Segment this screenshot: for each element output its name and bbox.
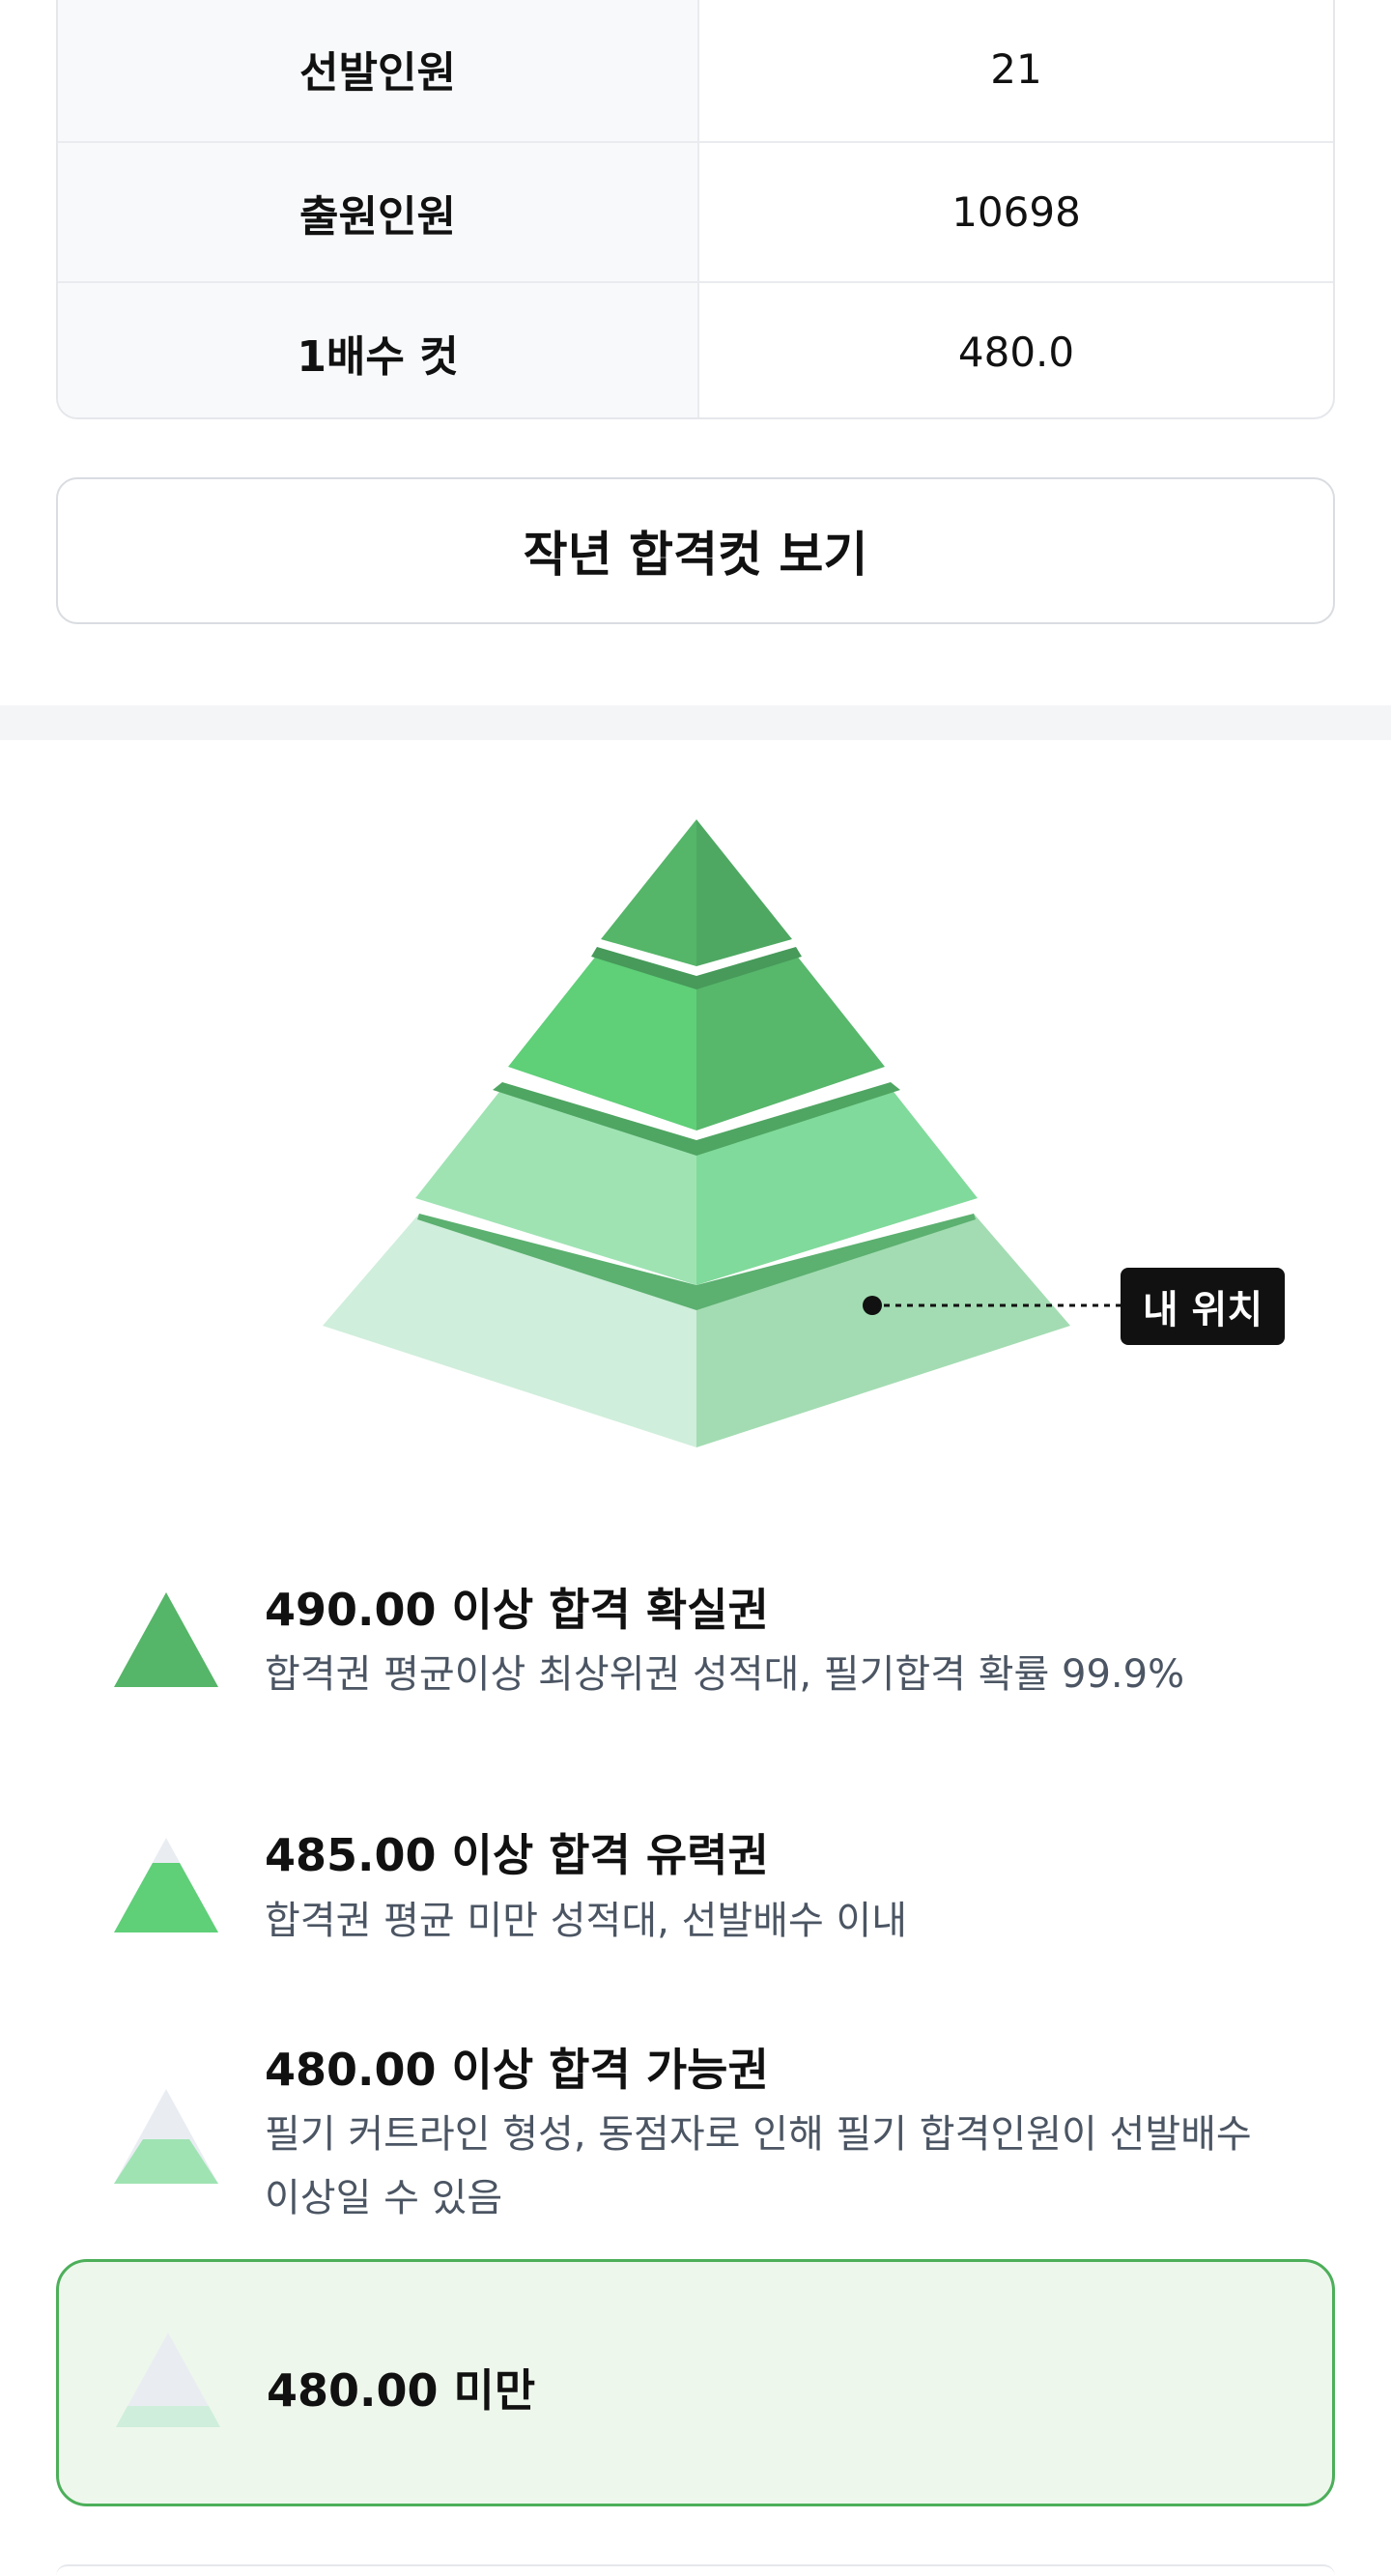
legend-title: 490.00 이상 합격 확실권 [265,1584,769,1636]
pyramid-tier1-right [696,819,792,966]
legend-desc: 필기 커트라인 형성, 동점자로 인해 필기 합격인원이 선발배수 이상일 수 … [265,2112,1252,2220]
current-tier-box [56,2259,1335,2506]
info-table: 선발인원 21 출원인원 10698 1배수 컷 480.0 [56,0,1335,419]
score-pyramid [323,819,1121,1447]
row-value: 21 [990,44,1042,93]
legend-desc: 합격권 평균 미만 성적대, 선발배수 이내 [265,1899,908,1943]
row-key: 1배수 컷 [58,283,699,417]
section-divider [0,705,1391,740]
legend-title: 480.00 이상 합격 가능권 [265,2044,769,2096]
tier4-triangle-icon [116,2333,220,2427]
prev-cut-button[interactable]: 작년 합격컷 보기 [56,477,1335,624]
row-value: 10698 [951,188,1081,236]
my-position-label: 내 위치 [1121,1268,1285,1345]
tier2-triangle-icon [114,1838,218,1932]
current-tier-label: 480.00 미만 [267,2364,536,2417]
row-key: 출원인원 [58,143,699,281]
table-row: 1배수 컷 480.0 [58,281,1333,417]
table-row: 선발인원 21 [58,0,1333,141]
legend-desc: 합격권 평균이상 최상위권 성적대, 필기합격 확률 99.9% [265,1652,1185,1697]
tier3-triangle-icon [114,2089,218,2184]
table-row: 출원인원 10698 [58,141,1333,281]
legend-title: 485.00 이상 합격 유력권 [265,1829,769,1881]
row-value: 480.0 [957,329,1075,376]
tier1-triangle-icon [114,1592,218,1687]
row-key: 선발인원 [58,0,699,141]
next-card-edge [56,2564,1335,2576]
pyramid-tier1-left [601,819,696,966]
